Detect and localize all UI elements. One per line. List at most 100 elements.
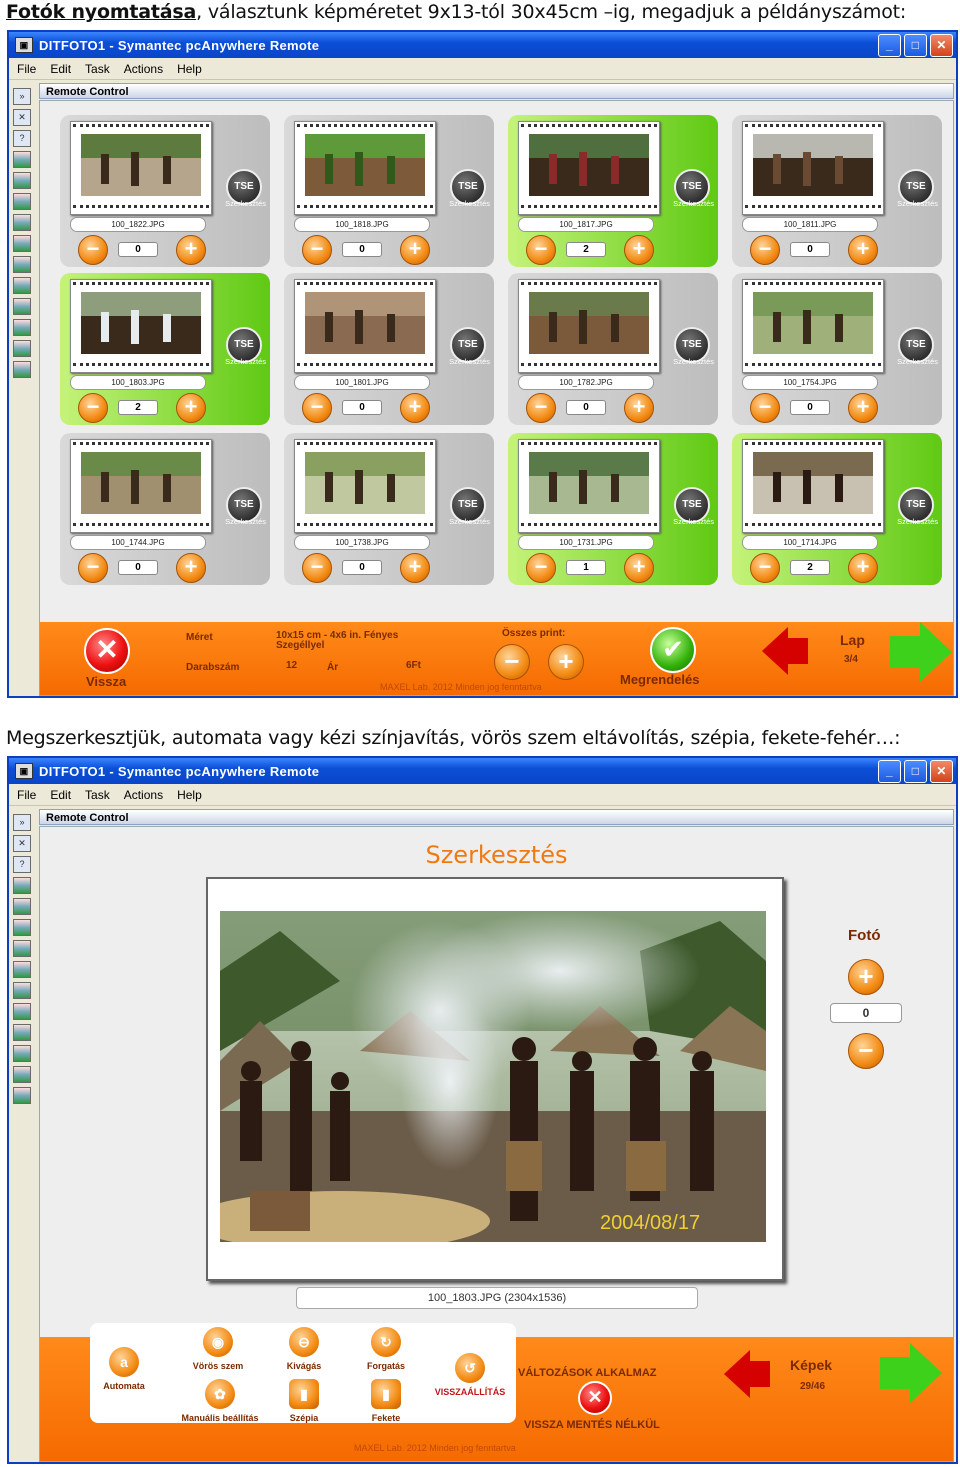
tool-icon[interactable] (13, 898, 31, 915)
increase-qty-button[interactable]: + (176, 553, 206, 583)
order-check-icon[interactable]: ✔ (650, 627, 696, 673)
menu-help[interactable]: Help (177, 62, 202, 76)
increase-qty-button[interactable]: + (176, 235, 206, 265)
tool-icon[interactable] (13, 319, 31, 336)
photo-thumbnail[interactable] (529, 292, 649, 354)
increase-qty-button[interactable]: + (176, 393, 206, 423)
tool-icon[interactable] (13, 877, 31, 894)
apply-changes-button[interactable]: VÁLTOZÁSOK ALKALMAZ (518, 1367, 657, 1379)
menu-actions[interactable]: Actions (124, 62, 163, 76)
prev-page-arrow-icon[interactable] (762, 627, 788, 675)
back-label[interactable]: Vissza (86, 674, 126, 689)
tool-icon[interactable] (13, 235, 31, 252)
photo-thumbnail[interactable] (753, 134, 873, 196)
decrease-qty-button[interactable]: − (526, 393, 556, 423)
photo-card[interactable]: TSE Szerkesztés 100_1731.JPG −1 + (508, 433, 718, 585)
decrease-qty-button[interactable]: − (526, 235, 556, 265)
decrease-qty-button[interactable]: − (78, 235, 108, 265)
tool-rotate[interactable]: ↻ Forgatás (346, 1327, 426, 1371)
increase-qty-button[interactable]: + (624, 235, 654, 265)
photo-frame[interactable] (518, 279, 660, 373)
tool-crop[interactable]: ⊖ Kivágás (264, 1327, 344, 1371)
next-arrow-shaft[interactable] (890, 636, 920, 668)
menu-file[interactable]: File (17, 62, 36, 76)
tool-icon[interactable] (13, 1024, 31, 1041)
decrease-qty-button[interactable]: − (750, 553, 780, 583)
total-minus-button[interactable]: − (494, 644, 530, 680)
tool-icon[interactable] (13, 214, 31, 231)
photo-frame[interactable] (742, 121, 884, 215)
increase-qty-button[interactable]: + (400, 393, 430, 423)
decrease-qty-button[interactable]: − (78, 553, 108, 583)
photo-thumbnail[interactable] (529, 134, 649, 196)
close-panel-icon[interactable]: ✕ (13, 109, 31, 126)
tool-icon[interactable] (13, 172, 31, 189)
tool-icon[interactable] (13, 361, 31, 378)
expand-icon[interactable]: » (13, 814, 31, 831)
tool-icon[interactable] (13, 1066, 31, 1083)
photo-card[interactable]: TSE Szerkesztés 100_1818.JPG −0 + (284, 115, 494, 267)
order-button[interactable]: Megrendelés (620, 672, 699, 687)
tool-sepia[interactable]: ▮ Szépia (264, 1379, 344, 1423)
photo-card[interactable]: TSE Szerkesztés 100_1738.JPG −0 + (284, 433, 494, 585)
increase-qty-button[interactable]: + (848, 553, 878, 583)
expand-icon[interactable]: » (13, 88, 31, 105)
photo-card[interactable]: TSE Szerkesztés 100_1803.JPG −2 + (60, 273, 270, 425)
increase-qty-button[interactable]: + (624, 553, 654, 583)
photo-card[interactable]: TSE Szerkesztés 100_1714.JPG −2 + (732, 433, 942, 585)
increase-qty-button[interactable]: + (624, 393, 654, 423)
discard-x-icon[interactable]: ✕ (578, 1381, 612, 1415)
menu-actions[interactable]: Actions (124, 788, 163, 802)
menu-task[interactable]: Task (85, 788, 110, 802)
photo-frame[interactable] (294, 439, 436, 533)
tool-icon[interactable] (13, 340, 31, 357)
photo-thumbnail[interactable] (81, 452, 201, 514)
help-icon[interactable]: ? (13, 856, 31, 873)
close-panel-icon[interactable]: ✕ (13, 835, 31, 852)
increase-qty-button[interactable]: + (848, 393, 878, 423)
tool-icon[interactable] (13, 940, 31, 957)
photo-thumbnail[interactable] (81, 292, 201, 354)
photo-card[interactable]: TSE Szerkesztés 100_1754.JPG −0 + (732, 273, 942, 425)
decrease-qty-button[interactable]: − (750, 393, 780, 423)
tool-restore[interactable]: ↺ VISSZAÁLLÍTÁS (420, 1353, 520, 1397)
tool-icon[interactable] (13, 1087, 31, 1104)
tool-icon[interactable] (13, 277, 31, 294)
prev-image-arrow-icon[interactable] (724, 1350, 750, 1398)
foto-plus-button[interactable]: + (848, 959, 884, 995)
back-x-icon[interactable]: ✕ (84, 628, 130, 674)
photo-frame[interactable] (70, 121, 212, 215)
total-plus-button[interactable]: + (548, 644, 584, 680)
photo-thumbnail[interactable] (81, 134, 201, 196)
photo-frame[interactable] (70, 439, 212, 533)
decrease-qty-button[interactable]: − (302, 235, 332, 265)
size-value[interactable]: 10x15 cm - 4x6 in. Fényes Szegéllyel (276, 631, 436, 651)
maximize-button[interactable]: □ (904, 759, 927, 783)
tool-icon[interactable] (13, 961, 31, 978)
increase-qty-button[interactable]: + (400, 235, 430, 265)
photo-card[interactable]: TSE Szerkesztés 100_1817.JPG −2 + (508, 115, 718, 267)
photo-frame[interactable] (294, 279, 436, 373)
decrease-qty-button[interactable]: − (526, 553, 556, 583)
discard-button[interactable]: VISSZA MENTÉS NÉLKÜL (524, 1419, 660, 1431)
photo-thumbnail[interactable] (305, 452, 425, 514)
maximize-button[interactable]: □ (904, 33, 927, 57)
tool-icon[interactable] (13, 1045, 31, 1062)
next-image-arrow-icon[interactable] (910, 1343, 942, 1403)
help-icon[interactable]: ? (13, 130, 31, 147)
close-button[interactable]: ✕ (930, 33, 953, 57)
photo-frame[interactable] (518, 439, 660, 533)
tool-redeye[interactable]: ◉ Vörös szem (178, 1327, 258, 1371)
tool-auto[interactable]: a Automata (84, 1347, 164, 1391)
photo-frame[interactable] (70, 279, 212, 373)
minimize-button[interactable]: _ (878, 33, 901, 57)
tool-icon[interactable] (13, 298, 31, 315)
tool-icon[interactable] (13, 1003, 31, 1020)
photo-card[interactable]: TSE Szerkesztés 100_1782.JPG −0 + (508, 273, 718, 425)
tool-bw[interactable]: ▮ Fekete (346, 1379, 426, 1423)
photo-thumbnail[interactable] (305, 134, 425, 196)
next-page-arrow-icon[interactable] (920, 622, 952, 682)
decrease-qty-button[interactable]: − (78, 393, 108, 423)
photo-card[interactable]: TSE Szerkesztés 100_1744.JPG −0 + (60, 433, 270, 585)
minimize-button[interactable]: _ (878, 759, 901, 783)
